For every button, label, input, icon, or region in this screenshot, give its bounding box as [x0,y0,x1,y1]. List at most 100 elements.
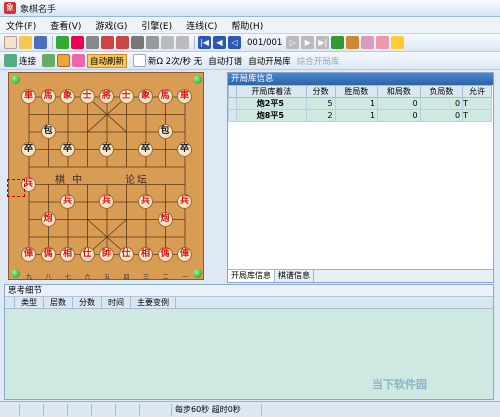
col-score[interactable]: 分数 [305,85,336,98]
cancel-icon[interactable] [161,36,174,49]
col-type[interactable]: 类型 [15,297,44,308]
chess-piece[interactable]: 兵 [99,194,114,209]
next-move-icon[interactable]: ▶ [301,36,315,49]
connect-settings-icon[interactable] [42,54,56,67]
cell-move[interactable]: 炮8平5 [236,109,307,122]
connect-dropdown[interactable]: 连接 [19,55,36,67]
chess-piece[interactable]: 俥 [177,246,192,262]
chess-piece[interactable]: 俥 [21,246,36,262]
combined-lib-button[interactable]: 综合开局库 [297,55,340,67]
table-row[interactable]: 炮8平5 2 1 0 0 T [228,109,492,122]
stop-icon[interactable] [176,36,189,49]
file-label: 六 [84,274,91,281]
engine-stop-icon[interactable] [116,36,129,49]
cell-score[interactable]: 5 [305,97,336,110]
chess-piece[interactable]: 卒 [99,141,114,157]
chess-piece[interactable]: 炮 [157,211,173,227]
save-icon[interactable] [34,36,47,49]
col-main-line[interactable]: 主要变例 [131,297,176,308]
chess-piece[interactable]: 兵 [177,194,192,209]
doc-icon[interactable] [133,54,147,67]
menu-help[interactable]: 帮助(H) [231,19,263,32]
tab-game-record[interactable]: 棋谱信息 [275,270,314,282]
cell-loss[interactable]: 0 [419,109,464,122]
flip-icon[interactable] [86,36,99,49]
chess-piece[interactable]: 卒 [60,141,75,157]
pieces-icon[interactable] [331,36,345,49]
help-icon[interactable] [391,36,405,49]
chess-piece[interactable]: 卒 [138,141,153,157]
chess-piece[interactable]: 馬 [157,89,173,104]
col-depth[interactable]: 层数 [44,297,73,308]
chess-piece[interactable]: 相 [138,246,153,262]
chess-piece[interactable]: 包 [40,124,56,139]
cell-win[interactable]: 1 [334,109,379,122]
chess-piece[interactable]: 卒 [177,141,192,157]
chess-piece[interactable]: 帥 [99,246,114,262]
menu-engine[interactable]: 引擎(E) [141,19,172,32]
selection-box [7,179,25,197]
tab-opening-lib[interactable]: 开局库信息 [228,270,275,282]
chess-piece[interactable]: 包 [157,124,173,139]
open-folder-icon[interactable] [19,36,32,49]
last-move-icon[interactable]: ▶| [316,36,330,49]
col-allow[interactable]: 允许 [462,85,492,98]
chess-piece[interactable]: 象 [138,89,153,104]
col-loss[interactable]: 负局数 [419,85,464,98]
chess-piece[interactable]: 炮 [40,211,56,227]
cell-win[interactable]: 1 [334,97,379,110]
menu-view[interactable]: 查看(V) [50,19,81,32]
prev-step-icon[interactable]: ◁ [228,36,241,49]
board-setup-icon[interactable] [56,36,69,49]
col-score[interactable]: 分数 [73,297,102,308]
search-icon[interactable] [146,36,159,49]
cell-allow[interactable]: T [462,97,492,110]
chess-board[interactable]: 棋 中 论坛 車馬象士將士象馬車包包卒卒卒卒卒兵兵兵兵兵炮炮俥傌相仕帥仕相傌俥 … [7,72,204,281]
table-row[interactable]: 炮2平5 5 1 0 0 T [228,97,492,110]
cell-move[interactable]: 炮2平5 [236,97,307,110]
prev-move-icon[interactable]: ◀ [213,36,226,49]
chess-piece[interactable]: 車 [21,89,36,104]
monitor-icon[interactable] [131,36,144,49]
connect-icon [4,54,17,67]
menu-game[interactable]: 游戏(G) [95,19,127,32]
col-win[interactable]: 胜局数 [334,85,379,98]
col-time[interactable]: 时间 [102,297,131,308]
cell-score[interactable]: 2 [305,109,336,122]
chess-piece[interactable]: 士 [118,89,134,104]
cell-draw[interactable]: 0 [377,97,421,110]
paste-icon[interactable] [361,36,375,49]
clock-icon[interactable] [71,36,84,49]
chess-piece[interactable]: 卒 [21,141,36,157]
cell-allow[interactable]: T [462,109,492,122]
auto-refresh-button[interactable]: 自动刷新 [87,53,128,68]
menu-file[interactable]: 文件(F) [6,19,36,32]
engine-icon[interactable] [101,36,114,49]
first-move-icon[interactable]: |◀ [198,36,211,49]
new-file-icon[interactable] [4,36,17,49]
auto-open-lib-button[interactable]: 自动开局库 [248,55,291,67]
chess-piece[interactable]: 兵 [60,194,75,209]
clipboard-icon[interactable] [376,36,390,49]
chess-piece[interactable]: 象 [60,89,75,104]
col-draw[interactable]: 和局数 [377,85,421,98]
refresh-icon[interactable] [72,54,86,67]
chess-piece[interactable]: 傌 [157,246,173,262]
copy-icon[interactable] [346,36,360,49]
next-step-icon[interactable]: ▷ [286,36,300,49]
auto-play-button[interactable]: 自动打谱 [208,55,242,67]
capture-icon[interactable] [57,54,71,67]
chess-piece[interactable]: 兵 [138,194,153,209]
chess-piece[interactable]: 車 [177,89,192,104]
chess-piece[interactable]: 士 [79,89,95,104]
chess-piece[interactable]: 馬 [40,89,56,104]
chess-piece[interactable]: 相 [60,246,75,262]
chess-piece[interactable]: 將 [99,89,114,104]
col-move[interactable]: 开局库着法 [236,85,307,98]
cell-loss[interactable]: 0 [419,97,464,110]
cell-draw[interactable]: 0 [377,109,421,122]
chess-piece[interactable]: 仕 [118,246,134,262]
menu-connect[interactable]: 连线(C) [186,19,217,32]
chess-piece[interactable]: 仕 [79,246,95,262]
chess-piece[interactable]: 傌 [40,246,56,262]
